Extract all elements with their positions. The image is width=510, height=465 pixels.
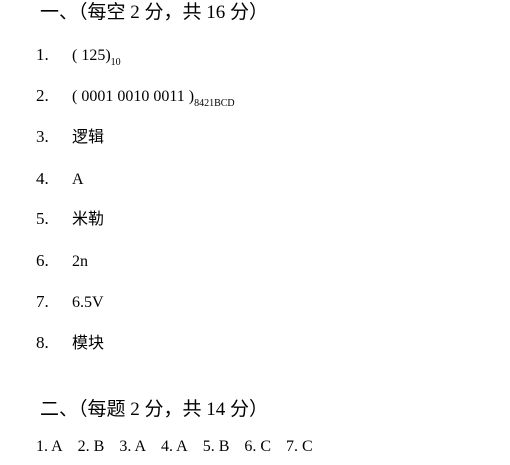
section-2-title: 二、（每题 2 分，共 14 分） xyxy=(40,399,269,420)
item-number: 5. xyxy=(36,209,49,228)
choice-answer: 4. A xyxy=(161,438,188,455)
answer-item-4: 4. A xyxy=(36,168,84,191)
choice-answer: 3. A xyxy=(119,438,147,455)
choice-answers-row: 1. A 2. B 3. A 4. A 5. B 6. C 7. C xyxy=(36,436,328,458)
answer-item-1: 1. ( 125)10 xyxy=(36,44,121,69)
item-answer: 米勒 xyxy=(72,211,105,228)
answer-item-5: 5. 米勒 xyxy=(36,208,104,231)
item-answer: ( 125) xyxy=(72,47,111,64)
item-subscript: 8421BCD xyxy=(194,98,235,109)
answer-item-3: 3. 逻辑 xyxy=(36,126,104,149)
answer-item-2: 2. ( 0001 0010 0011 )8421BCD xyxy=(36,85,235,110)
item-number: 7. xyxy=(36,292,49,311)
choice-answer: 6. C xyxy=(244,438,272,455)
section-1-title: 一、（每空 2 分，共 16 分） xyxy=(40,2,269,23)
item-answer: 6.5V xyxy=(72,294,104,311)
item-number: 3. xyxy=(36,127,49,146)
item-answer: 模块 xyxy=(72,335,105,352)
item-number: 2. xyxy=(36,86,49,105)
item-number: 6. xyxy=(36,251,49,270)
item-subscript: 10 xyxy=(110,57,121,68)
item-answer: 逻辑 xyxy=(72,129,105,146)
item-number: 4. xyxy=(36,169,49,188)
answer-item-7: 7. 6.5V xyxy=(36,291,104,314)
item-number: 8. xyxy=(36,333,49,352)
item-number: 1. xyxy=(36,45,49,64)
choice-answer: 7. C xyxy=(286,438,313,455)
answer-item-6: 6. 2n xyxy=(36,250,88,273)
item-answer: 2n xyxy=(72,253,88,270)
answer-item-8: 8. 模块 xyxy=(36,332,104,355)
item-answer: ( 0001 0010 0011 ) xyxy=(72,88,195,105)
choice-answer: 5. B xyxy=(202,438,230,455)
choice-answer: 1. A xyxy=(36,438,63,455)
choice-answer: 2. B xyxy=(77,438,105,455)
item-answer: A xyxy=(72,171,84,188)
